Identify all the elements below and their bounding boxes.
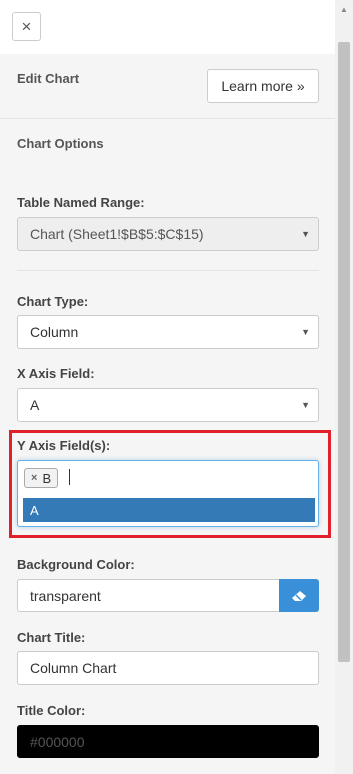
eraser-icon [292, 590, 306, 601]
chart-title-value: Column Chart [30, 660, 117, 676]
caret-down-icon: ▼ [301, 327, 310, 337]
title-color-input[interactable]: #000000 [17, 725, 319, 758]
close-icon: × [21, 16, 32, 36]
y-axis-multiselect[interactable]: × B A [17, 460, 319, 527]
x-axis-select[interactable]: A ▼ [17, 388, 319, 422]
selected-tag-b: × B [24, 468, 59, 488]
background-color-value: transparent [30, 587, 101, 604]
chart-title-label: Chart Title: [17, 630, 86, 645]
caret-down-icon: ▼ [301, 229, 310, 239]
tag-remove-icon[interactable]: × [31, 472, 37, 484]
clear-color-button[interactable] [279, 579, 319, 612]
table-range-value: Chart (Sheet1!$B$5:$C$15) [30, 226, 204, 242]
text-cursor [69, 469, 70, 485]
tag-label: B [42, 470, 52, 486]
x-axis-label: X Axis Field: [17, 366, 95, 381]
title-color-label: Title Color: [17, 703, 86, 718]
chart-options-heading: Chart Options [17, 136, 104, 151]
chart-type-select[interactable]: Column ▼ [17, 315, 319, 349]
x-axis-value: A [30, 397, 40, 413]
scroll-up-icon[interactable]: ▲ [338, 2, 350, 16]
scrollbar-thumb[interactable] [338, 42, 350, 662]
divider [17, 270, 319, 271]
close-button[interactable]: × [12, 12, 41, 41]
top-bar: × [0, 0, 335, 55]
chart-type-label: Chart Type: [17, 294, 89, 309]
page-title: Edit Chart [17, 71, 80, 86]
caret-down-icon: ▼ [301, 400, 310, 410]
table-range-select: Chart (Sheet1!$B$5:$C$15) ▼ [17, 217, 319, 251]
chart-type-value: Column [30, 324, 79, 340]
table-range-label: Table Named Range: [17, 195, 145, 210]
learn-more-button[interactable]: Learn more » [207, 69, 319, 103]
dropdown-option-a[interactable]: A [23, 498, 315, 522]
panel-header: Edit Chart Learn more » [0, 54, 335, 119]
title-color-placeholder: #000000 [30, 733, 85, 750]
edit-chart-panel: × Edit Chart Learn more » Chart Options … [0, 0, 335, 774]
background-color-label: Background Color: [17, 557, 135, 572]
background-color-input[interactable]: transparent [17, 579, 279, 612]
chart-title-input[interactable]: Column Chart [17, 651, 319, 685]
y-axis-label: Y Axis Field(s): [17, 438, 111, 453]
